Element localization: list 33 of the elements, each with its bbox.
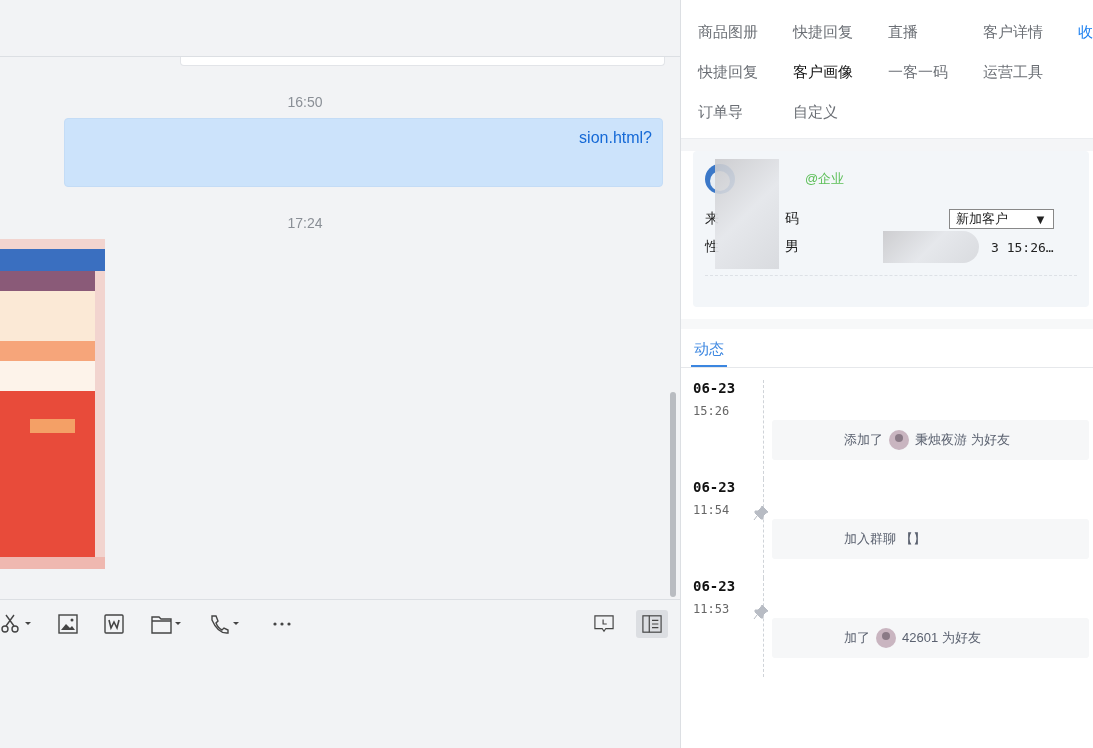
entry-time: 11:54 [693,503,731,517]
tool-tab[interactable]: 订单导 [698,102,793,122]
corporate-tag: @企业 [805,170,845,188]
tool-tab[interactable]: 直播 [888,22,983,42]
source-label: 来 [705,210,720,228]
entry-time: 11:53 [693,602,731,616]
activity-tab[interactable]: 动态 [691,340,727,367]
entry-date: 06-23 [693,479,737,495]
stage-dropdown[interactable]: 新加客户 ▼ [949,209,1054,229]
gender-value: 男 [785,238,800,256]
activity-text: 加入群聊 【】 [844,530,926,548]
tool-tab[interactable]: 快捷回复 [793,22,888,42]
tool-tab[interactable]: 自定义 [793,102,888,122]
activity-text: 42601 为好友 [902,629,981,647]
activity-text: 添加了 [844,431,883,449]
activity-text: 秉烛夜游 为好友 [915,431,1010,449]
tool-tab[interactable]: 客户详情 [983,22,1078,42]
tool-tab[interactable]: 商品图册 [698,22,793,42]
tool-tab[interactable]: 运营工具 [983,62,1078,82]
added-time: 3 15:26… [991,239,1054,255]
tool-tab[interactable]: 一客一码 [888,62,983,82]
entry-time: 15:26 [693,404,731,418]
message-time: 17:24 [287,215,323,231]
source-value: 码 [785,210,800,228]
entry-date: 06-23 [693,380,737,396]
message-link[interactable]: sion.html? [579,129,652,147]
tool-tab[interactable]: 客户画像 [793,62,888,82]
activity-text: 加了 [844,629,870,647]
tool-tab[interactable]: 快捷回复 [698,62,793,82]
gender-label: 性 [705,238,720,256]
entry-date: 06-23 [693,578,737,594]
message-time: 16:50 [287,94,323,110]
collapse-link[interactable]: 收 [1078,22,1093,42]
